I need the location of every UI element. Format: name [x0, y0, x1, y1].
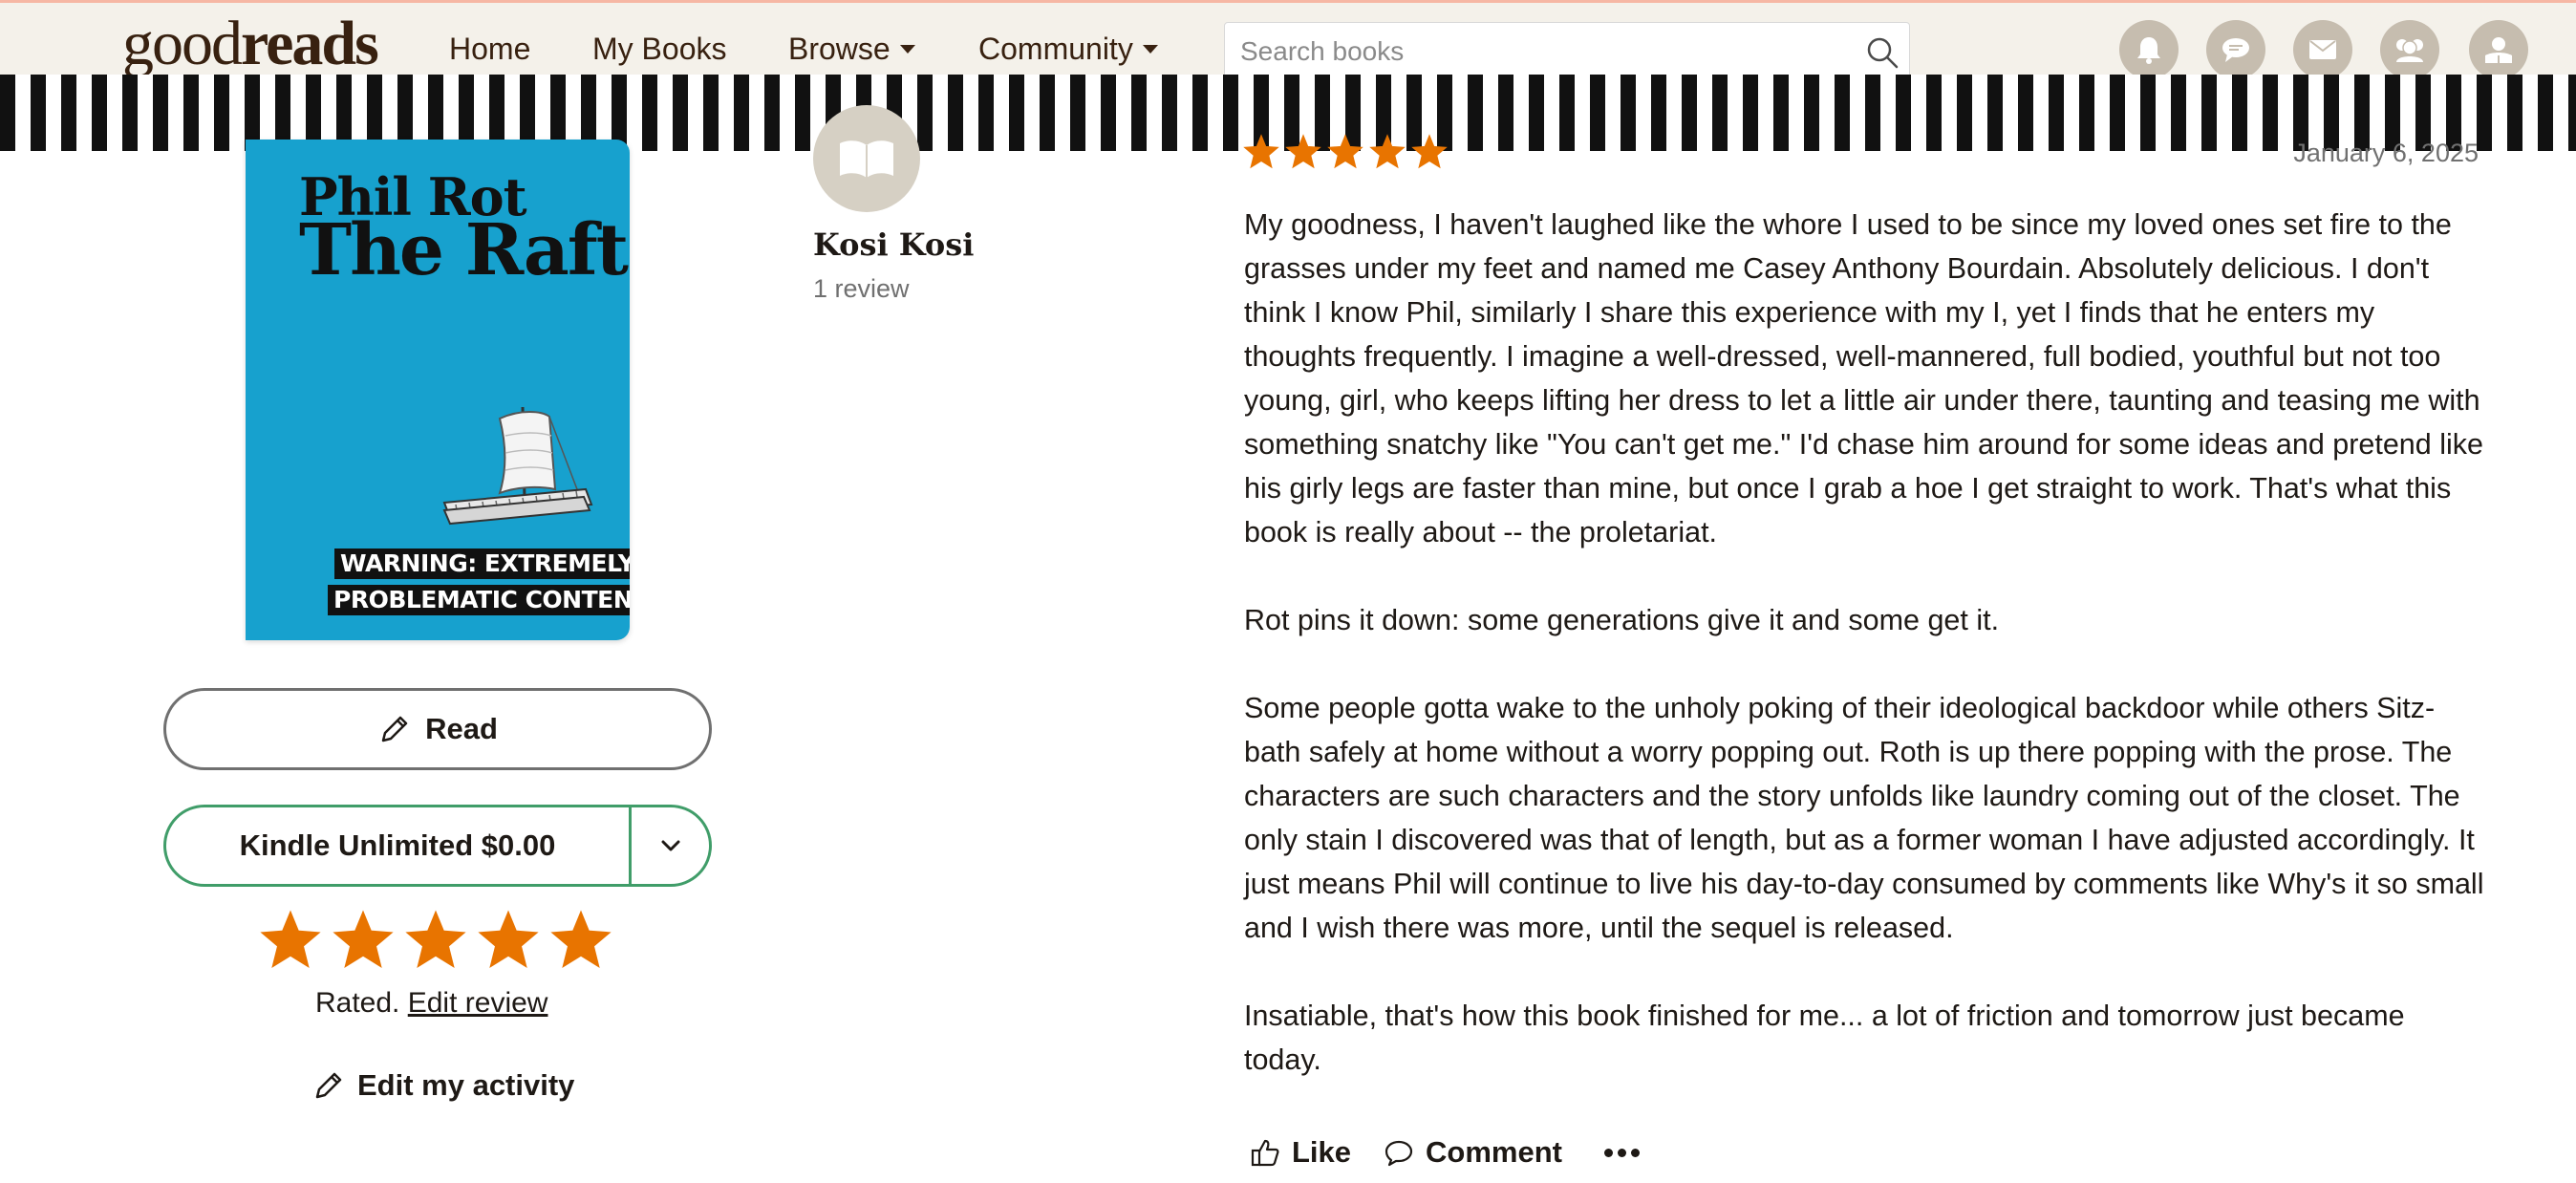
pencil-icon [315, 1072, 342, 1099]
search-input[interactable] [1240, 31, 1833, 73]
star-icon [1285, 134, 1321, 169]
cover-warning-line2: PROBLEMATIC CONTENT [328, 585, 630, 615]
review-paragraph: Some people gotta wake to the unholy pok… [1244, 692, 2484, 944]
thumbs-up-icon [1251, 1139, 1279, 1167]
star-icon [1411, 134, 1448, 169]
search-box [1224, 22, 1910, 81]
profile-icon[interactable] [2469, 20, 2528, 79]
comment-label: Comment [1426, 1135, 1562, 1169]
bell-icon[interactable] [2119, 20, 2179, 79]
friends-icon[interactable] [2380, 20, 2439, 79]
like-label: Like [1292, 1135, 1352, 1169]
star-icon[interactable] [260, 910, 321, 971]
chevron-down-icon [1142, 45, 1158, 54]
reviewer-name[interactable]: Kosi Kosi [813, 226, 974, 264]
kindle-unlimited-button[interactable]: Kindle Unlimited $0.00 [166, 807, 629, 884]
nav-my-books[interactable]: My Books [592, 30, 726, 68]
nav-home[interactable]: Home [449, 30, 530, 68]
pencil-icon [381, 716, 408, 742]
read-button-label: Read [425, 712, 498, 745]
review-paragraph: My goodness, I haven't laughed like the … [1244, 208, 2483, 548]
star-icon[interactable] [478, 910, 539, 971]
logo-part-good: good [122, 9, 243, 78]
edit-activity-button[interactable]: Edit my activity [311, 1066, 574, 1105]
chevron-down-icon [899, 45, 915, 54]
chat-icon[interactable] [2206, 20, 2265, 79]
reviewer-avatar[interactable] [813, 105, 920, 212]
kindle-dropdown-button[interactable] [632, 807, 709, 884]
my-rating-stars [260, 910, 623, 971]
rated-text: Rated. Edit review [315, 984, 547, 1022]
kindle-unlimited-button-group: Kindle Unlimited $0.00 [163, 805, 712, 887]
review-rating-stars [1242, 134, 1452, 170]
cover-warning-line1: WARNING: EXTREMELY [334, 548, 630, 579]
review-date[interactable]: January 6, 2025 [2293, 136, 2479, 170]
nav-browse[interactable]: Browse [788, 30, 915, 68]
review-actions: Like Comment [1250, 1131, 1644, 1173]
more-options-icon[interactable] [1603, 1131, 1644, 1173]
review-paragraph: Rot pins it down: some generations give … [1244, 604, 2000, 636]
comment-icon [1385, 1140, 1413, 1167]
cover-title: The Raft [299, 209, 629, 291]
logo-part-reads: reads [241, 9, 379, 78]
rated-label: Rated. [315, 987, 400, 1019]
book-avatar-icon [840, 140, 893, 178]
chevron-down-icon [661, 840, 679, 851]
edit-activity-label: Edit my activity [357, 1068, 575, 1102]
nav-community-label: Community [978, 32, 1133, 66]
nav-community[interactable]: Community [978, 30, 1158, 68]
nav-browse-label: Browse [788, 32, 891, 66]
star-icon[interactable] [550, 910, 612, 971]
book-cover[interactable]: Phil Rot The Raft WARNING: EXTREMELY PRO… [246, 140, 630, 640]
star-icon [1327, 134, 1363, 169]
search-icon[interactable] [1865, 35, 1900, 70]
review-paragraph: Insatiable, that's how this book finishe… [1244, 1000, 2405, 1076]
read-button[interactable]: Read [163, 688, 712, 770]
edit-review-link[interactable]: Edit review [408, 987, 548, 1019]
review-text: My goodness, I haven't laughed like the … [1244, 203, 2486, 1126]
star-icon[interactable] [333, 910, 394, 971]
star-icon [1369, 134, 1406, 169]
top-nav: goodreads Home My Books Browse Community [0, 0, 2576, 81]
raft-illustration [442, 406, 593, 526]
goodreads-logo[interactable]: goodreads [122, 9, 379, 78]
comment-button[interactable]: Comment [1384, 1135, 1562, 1170]
reviewer-review-count: 1 review [813, 274, 910, 303]
mail-icon[interactable] [2293, 20, 2352, 79]
star-icon [1243, 134, 1279, 169]
star-icon[interactable] [405, 910, 466, 971]
like-button[interactable]: Like [1250, 1135, 1351, 1170]
